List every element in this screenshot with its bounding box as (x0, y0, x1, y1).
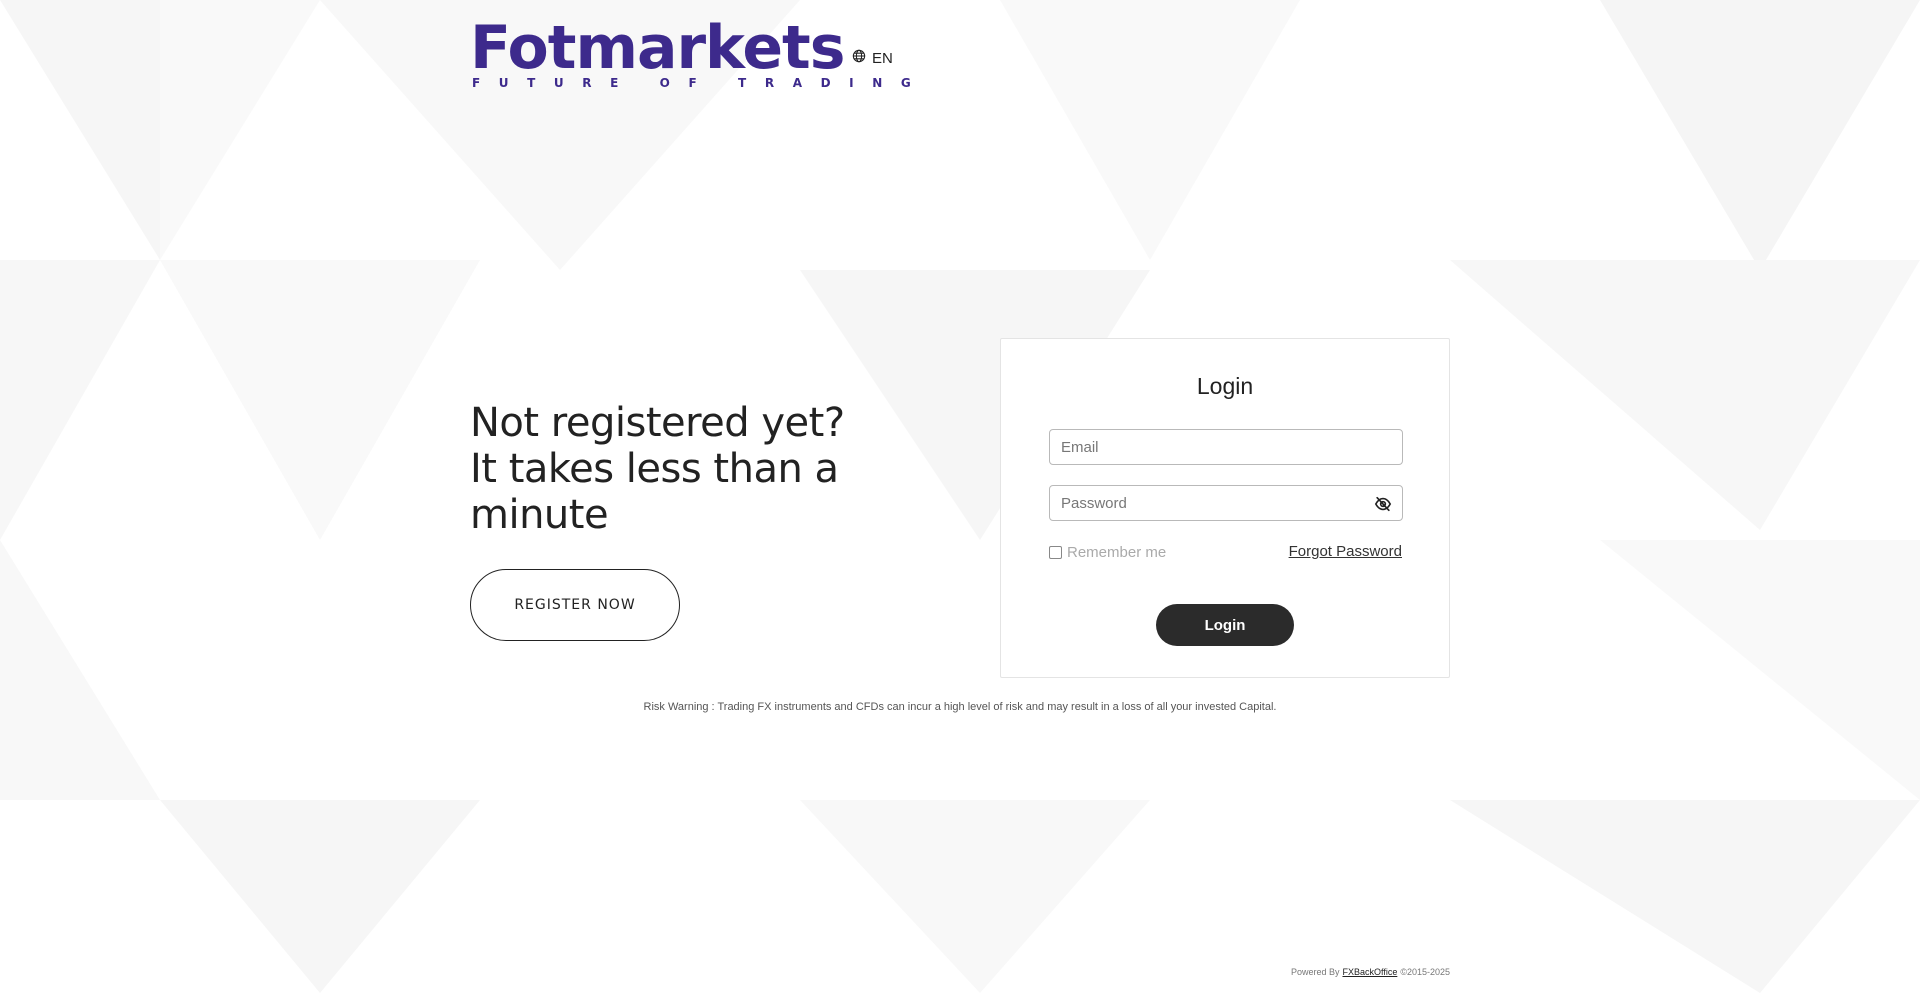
login-button[interactable]: Login (1156, 604, 1294, 646)
powered-by-label: Powered By (1290, 967, 1340, 977)
background-pattern (0, 0, 1920, 993)
register-promo-heading: Not registered yet? It takes less than a… (470, 400, 890, 538)
fotmarkets-logo[interactable]: Fotmarkets FUTURE OF TRADING (470, 18, 911, 90)
password-field-wrapper (1049, 485, 1403, 521)
eye-slash-icon[interactable] (1374, 495, 1392, 513)
logo-wordmark: Fotmarkets (470, 13, 845, 83)
risk-warning: Risk Warning : Trading FX instruments an… (643, 701, 1277, 713)
language-selector[interactable]: EN (852, 49, 893, 67)
provider-link[interactable]: FXBackOffice (1342, 967, 1397, 977)
copyright: ©2015-2025 (1400, 967, 1450, 977)
remember-me-checkbox[interactable] (1049, 546, 1062, 559)
password-input[interactable] (1050, 486, 1402, 520)
register-now-button[interactable]: REGISTER NOW (470, 569, 680, 641)
login-card: Login Remember me Forgot Password Login (1000, 338, 1450, 678)
globe-icon (852, 49, 866, 67)
footer: Powered By FXBackOffice ©2015-2025 (1291, 967, 1450, 977)
promo-line-2: It takes less than a (470, 446, 839, 492)
email-field-wrapper (1049, 429, 1403, 465)
email-input[interactable] (1050, 430, 1402, 464)
remember-me[interactable]: Remember me (1049, 544, 1166, 561)
language-code: EN (872, 49, 893, 67)
forgot-password-link[interactable]: Forgot Password (1289, 543, 1402, 560)
login-title: Login (1196, 373, 1254, 399)
promo-line-3: minute (470, 492, 609, 538)
promo-line-1: Not registered yet? (470, 400, 845, 446)
logo-tagline: FUTURE OF TRADING (472, 76, 930, 90)
remember-me-label: Remember me (1067, 544, 1167, 561)
